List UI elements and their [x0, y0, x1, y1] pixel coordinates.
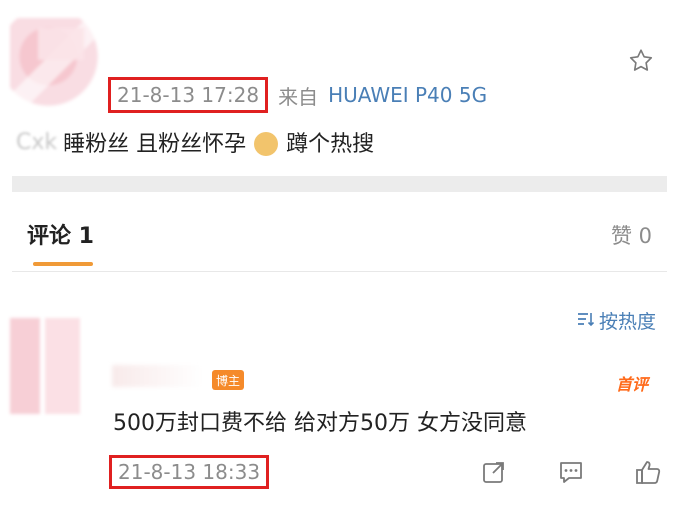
reply-button[interactable]: [553, 454, 589, 490]
star-icon: [629, 49, 653, 71]
sort-by-heat-button[interactable]: 按热度: [577, 307, 656, 334]
comment-actions: [476, 454, 666, 490]
post-author-avatar[interactable]: [10, 18, 106, 114]
tab-comments[interactable]: 评论 1: [27, 218, 94, 250]
post-text-suffix: 蹲个热搜: [286, 132, 375, 157]
comment-bubble-icon: [560, 462, 582, 483]
sort-icon: [577, 311, 595, 331]
favorite-star-icon[interactable]: [624, 44, 658, 78]
post-text: Cxk 睡粉丝 且粉丝怀孕 蹲个热搜: [16, 127, 375, 158]
commenter-avatar[interactable]: [10, 318, 110, 414]
doge-emoji-icon: [254, 132, 279, 156]
blurred-name: Cxk: [16, 129, 58, 155]
author-badge: 博主: [212, 370, 244, 390]
section-separator: [12, 176, 667, 192]
comment-text: 500万封口费不给 给对方50万 女方没同意: [113, 411, 527, 436]
source-device-link[interactable]: HUAWEI P40 5G: [328, 83, 487, 107]
thumbs-up-icon: [636, 461, 661, 484]
post-meta: 21-8-13 17:28 来自 HUAWEI P40 5G: [108, 77, 487, 113]
post-timestamp: 21-8-13 17:28: [108, 77, 269, 113]
source-prefix: 来自: [278, 84, 319, 109]
first-comment-badge: 首评: [615, 375, 648, 394]
comment-timestamp: 21-8-13 18:33: [109, 455, 270, 489]
sort-label: 按热度: [598, 311, 656, 333]
active-tab-indicator: [33, 262, 93, 266]
share-button[interactable]: [476, 454, 512, 490]
post-text-main: 睡粉丝 且粉丝怀孕: [63, 132, 247, 157]
like-button[interactable]: [630, 454, 666, 490]
share-icon: [483, 462, 504, 483]
commenter-name-blurred[interactable]: [112, 365, 202, 387]
tab-divider: [12, 271, 667, 272]
tab-likes[interactable]: 赞 0: [611, 220, 652, 250]
